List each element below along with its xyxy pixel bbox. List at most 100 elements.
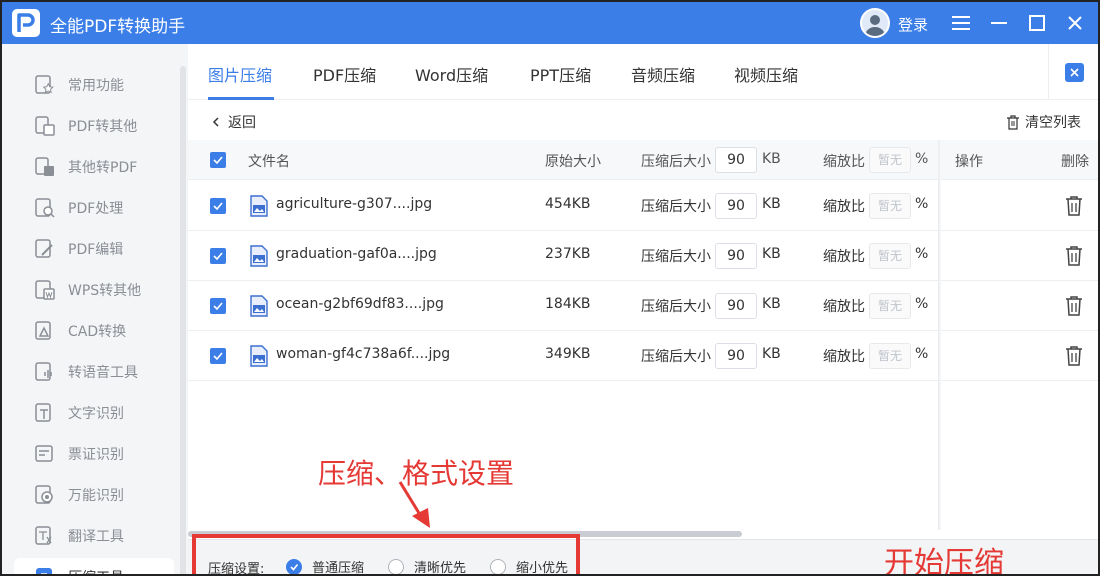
original-size: 349KB [545, 346, 591, 362]
image-file-icon [250, 295, 268, 317]
active-tab-indicator [208, 97, 274, 100]
header-ratio-input[interactable]: 暂无 [869, 147, 911, 173]
cad-icon [35, 321, 51, 340]
close-icon [1070, 68, 1079, 77]
table-row: graduation-gaf0a....jpg 237KB 压缩后大小 90 K… [188, 231, 1098, 281]
file-name: ocean-g2bf69df83....jpg [276, 296, 444, 312]
sidebar: 常用功能 PDF转其他 其他转PDF PDF处理 PDF编辑 WPS转其他 CA… [2, 44, 188, 574]
unit-label: KB [762, 296, 781, 312]
chevron-left-icon [212, 117, 219, 127]
unit-label: KB [762, 196, 781, 212]
header-compressed-input[interactable]: 90 [715, 147, 757, 173]
row-checkbox[interactable] [210, 248, 226, 264]
tab-pdf-compress[interactable]: PDF压缩 [313, 62, 376, 86]
sidebar-item-label: 万能识别 [68, 488, 124, 504]
login-link[interactable]: 登录 [898, 14, 928, 35]
percent-label: % [915, 196, 929, 212]
annotation-start-label: 开始压缩 [884, 546, 1004, 576]
sidebar-item-wps[interactable]: WPS转其他 [14, 271, 174, 309]
user-avatar[interactable] [860, 8, 890, 38]
minimize-icon [991, 22, 1007, 24]
tab-video-compress[interactable]: 视频压缩 [734, 62, 798, 86]
compressed-size-input[interactable]: 90 [715, 343, 757, 369]
app-logo-icon [12, 9, 40, 37]
compressed-size-input[interactable]: 90 [715, 193, 757, 219]
table-row: agriculture-g307....jpg 454KB 压缩后大小 90 K… [188, 181, 1098, 231]
sidebar-item-voice[interactable]: 转语音工具 [14, 353, 174, 391]
annotation-arrow-icon [398, 481, 430, 528]
row-checkbox[interactable] [210, 198, 226, 214]
ratio-input[interactable]: 暂无 [869, 243, 911, 269]
sidebar-item-pdf-edit[interactable]: PDF编辑 [14, 230, 174, 268]
menu-button[interactable] [946, 8, 976, 38]
to-pdf-icon [35, 157, 54, 176]
maximize-icon [1029, 15, 1045, 31]
maximize-button[interactable] [1022, 8, 1052, 38]
sidebar-item-label: PDF编辑 [68, 242, 124, 258]
clear-list-button[interactable]: 清空列表 [1006, 112, 1081, 132]
tab-audio-compress[interactable]: 音频压缩 [631, 62, 695, 86]
row-checkbox[interactable] [210, 298, 226, 314]
title-bar: 全能PDF转换助手 登录 [2, 2, 1098, 44]
compressed-size-label: 压缩后大小 [641, 349, 711, 365]
tab-ppt-compress[interactable]: PPT压缩 [530, 62, 591, 86]
minimize-button[interactable] [984, 8, 1014, 38]
ratio-label: 缩放比 [823, 199, 865, 215]
divider [1048, 44, 1049, 100]
compressed-size-input[interactable]: 90 [715, 243, 757, 269]
sidebar-item-label: PDF处理 [68, 201, 124, 217]
delete-row-icon[interactable] [1064, 345, 1084, 367]
back-button[interactable]: 返回 [210, 112, 256, 132]
compressed-size-label: 压缩后大小 [641, 199, 711, 215]
annotation-highlight-box [192, 534, 580, 574]
translate-icon [35, 526, 52, 545]
sidebar-item-ocr[interactable]: 文字识别 [14, 394, 174, 432]
sidebar-item-cad[interactable]: CAD转换 [14, 312, 174, 350]
select-all-checkbox[interactable] [210, 152, 226, 168]
close-icon [1068, 16, 1082, 30]
ticket-icon [35, 445, 53, 462]
ratio-input[interactable]: 暂无 [869, 193, 911, 219]
ratio-label: 缩放比 [823, 349, 865, 365]
image-file-icon [250, 195, 268, 217]
sidebar-item-other-to-pdf[interactable]: 其他转PDF [14, 148, 174, 186]
back-label: 返回 [228, 115, 256, 131]
sidebar-item-pdf-process[interactable]: PDF处理 [14, 189, 174, 227]
sidebar-item-translate[interactable]: 翻译工具 [14, 517, 174, 555]
sidebar-scrollbar[interactable] [180, 66, 186, 574]
table-row: woman-gf4c738a6f....jpg 349KB 压缩后大小 90 K… [188, 331, 1098, 381]
sidebar-item-label: 转语音工具 [68, 365, 138, 381]
sidebar-item-ticket[interactable]: 票证识别 [14, 435, 174, 473]
table-header: 文件名 原始大小 压缩后大小 90 KB 缩放比 暂无 % 操作 删除 [188, 140, 1098, 180]
ratio-input[interactable]: 暂无 [869, 293, 911, 319]
wps-icon [35, 280, 55, 300]
sidebar-item-label: 票证识别 [68, 447, 124, 463]
image-file-icon [250, 345, 268, 367]
row-checkbox[interactable] [210, 348, 226, 364]
sidebar-item-compress[interactable]: 压缩工具 [14, 558, 174, 574]
tab-word-compress[interactable]: Word压缩 [415, 62, 488, 86]
close-button[interactable] [1060, 8, 1090, 38]
sidebar-item-common[interactable]: 常用功能 [14, 66, 174, 104]
header-compressed-size: 压缩后大小 [641, 154, 711, 170]
sidebar-item-label: WPS转其他 [68, 283, 142, 299]
compressed-size-label: 压缩后大小 [641, 249, 711, 265]
tab-image-compress[interactable]: 图片压缩 [208, 62, 272, 86]
ratio-label: 缩放比 [823, 299, 865, 315]
pdf-process-icon [35, 198, 55, 218]
delete-row-icon[interactable] [1064, 245, 1084, 267]
voice-icon [35, 362, 52, 381]
ratio-input[interactable]: 暂无 [869, 343, 911, 369]
delete-row-icon[interactable] [1064, 195, 1084, 217]
close-panel-button[interactable] [1065, 63, 1084, 82]
unit-label: KB [762, 246, 781, 262]
sidebar-item-universal[interactable]: 万能识别 [14, 476, 174, 514]
delete-row-icon[interactable] [1064, 295, 1084, 317]
app-title: 全能PDF转换助手 [50, 17, 186, 37]
sidebar-item-pdf-to-other[interactable]: PDF转其他 [14, 107, 174, 145]
file-name: woman-gf4c738a6f....jpg [276, 346, 451, 362]
pdf-edit-icon [35, 239, 53, 258]
percent-label: % [915, 246, 929, 262]
compressed-size-input[interactable]: 90 [715, 293, 757, 319]
percent-label: % [915, 346, 929, 362]
